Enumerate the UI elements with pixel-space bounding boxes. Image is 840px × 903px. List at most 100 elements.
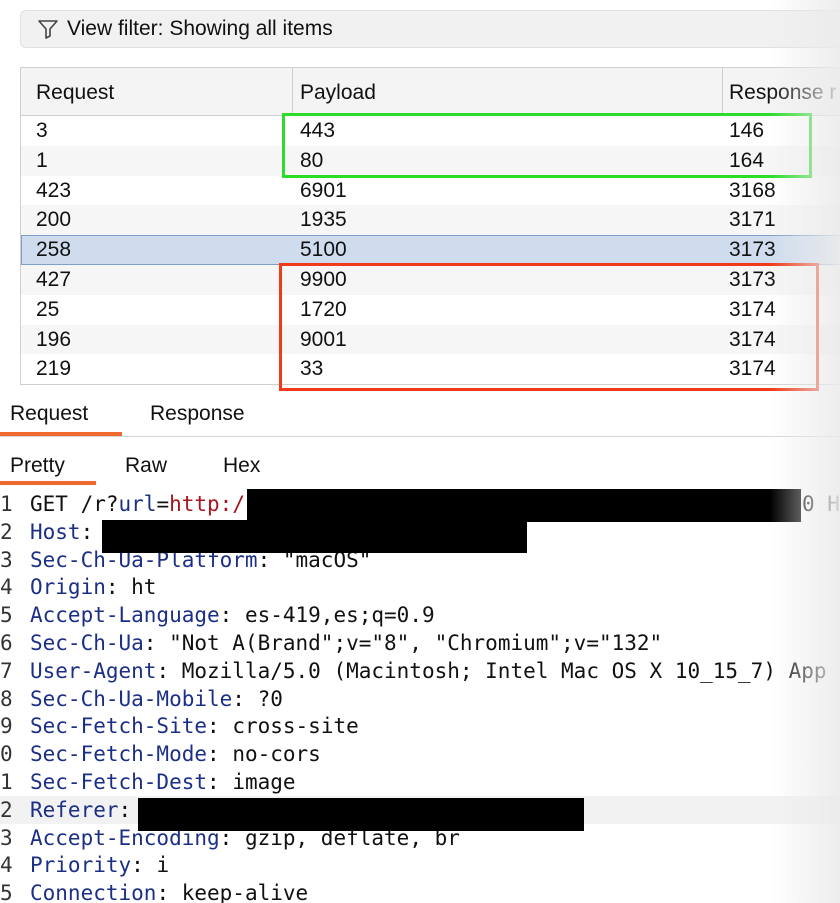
results-table: Request Payload Response r 3 443 146 1 80 164… <box>20 67 840 385</box>
header-line: 5 Connection: keep-alive <box>0 879 840 903</box>
line-number: 0 <box>0 742 12 767</box>
request-method-path: GET /r? <box>30 492 119 516</box>
header-line: 9 Sec-Fetch-Site: cross-site <box>0 712 840 740</box>
header-name: Sec-Ch-Ua-Mobile <box>30 686 233 711</box>
cell-payload: 1720 <box>300 297 347 321</box>
query-param-equals: = <box>156 492 170 516</box>
header-value: image <box>232 769 296 794</box>
cell-request: 258 <box>36 238 72 262</box>
active-tab-indicator <box>0 432 122 436</box>
line-number: 4 <box>0 575 12 600</box>
cell-payload: 9001 <box>300 327 347 351</box>
header-value: cross-site <box>232 714 359 739</box>
header-separator: : <box>207 769 233 794</box>
header-text: User-Agent: Mozilla/5.0 (Macintosh; Inte… <box>30 657 827 685</box>
redaction-bar <box>247 489 801 522</box>
header-text: Sec-Fetch-Mode: no-cors <box>30 740 321 768</box>
line-number: 5 <box>0 881 12 903</box>
line-number: 7 <box>0 658 12 683</box>
header-value: Mozilla/5.0 (Macintosh; Intel Mac OS X 1… <box>181 658 827 683</box>
header-line: 0 Sec-Fetch-Mode: no-cors <box>0 740 840 768</box>
header-text: Origin: ht <box>30 573 156 601</box>
cell-request: 219 <box>36 357 72 381</box>
cell-payload: 5100 <box>300 238 347 262</box>
header-separator: : <box>156 881 182 903</box>
header-value: es-419,es;q=0.9 <box>244 603 435 628</box>
cell-request: 196 <box>36 327 72 351</box>
table-row[interactable]: 196 9001 3174 <box>21 324 840 355</box>
header-line: 8 Sec-Ch-Ua-Mobile: ?0 <box>0 685 840 713</box>
redaction-bar <box>138 798 584 831</box>
query-param-name: url <box>118 492 157 516</box>
cell-payload: 443 <box>300 119 336 142</box>
table-row[interactable]: 3 443 146 <box>21 116 840 146</box>
header-separator: : <box>219 603 245 628</box>
cell-request: 3 <box>36 119 48 142</box>
header-line: 1 Sec-Fetch-Dest: image <box>0 768 840 796</box>
cell-request: 200 <box>36 208 72 232</box>
cell-payload: 1935 <box>300 208 347 232</box>
header-name: Sec-Fetch-Dest <box>30 769 208 794</box>
cell-payload: 9900 <box>300 267 347 291</box>
header-value: ht <box>131 575 157 600</box>
tab-raw[interactable]: Raw <box>125 454 167 478</box>
tab-hex[interactable]: Hex <box>223 454 260 478</box>
column-header-response[interactable]: Response r <box>723 68 840 116</box>
column-header-payload[interactable]: Payload <box>293 68 723 116</box>
view-filter-bar[interactable]: View filter: Showing all items <box>20 10 840 48</box>
header-line: 6 Sec-Ch-Ua: "Not A(Brand";v="8", "Chromi… <box>0 629 840 657</box>
header-value: "Not A(Brand";v="8", "Chromium";v="132" <box>169 630 663 655</box>
cell-request: 423 <box>36 178 72 202</box>
tab-response[interactable]: Response <box>150 402 245 426</box>
table-row[interactable]: 427 9900 3173 <box>21 264 840 295</box>
cell-request: 1 <box>36 148 48 172</box>
header-line: 4 Origin: ht <box>0 573 840 601</box>
header-line: 7 User-Agent: Mozilla/5.0 (Macintosh; Int… <box>0 657 840 685</box>
column-header-request[interactable]: Request <box>21 68 293 116</box>
header-separator: : <box>105 575 132 600</box>
line-number: 9 <box>0 714 12 739</box>
table-row[interactable]: 258 5100 3173 <box>21 235 840 265</box>
tab-request[interactable]: Request <box>10 402 88 426</box>
cell-response: 3174 <box>729 357 776 381</box>
header-name: Host <box>30 519 81 544</box>
header-text: Connection: keep-alive <box>30 879 308 903</box>
cell-payload: 6901 <box>300 178 347 202</box>
table-row[interactable]: 423 6901 3168 <box>21 176 840 206</box>
header-value: ?0 <box>257 686 283 711</box>
table-body: 3 443 146 1 80 164 423 6901 3168 200 1935 3171 258 51… <box>21 116 840 384</box>
header-name: Sec-Fetch-Mode <box>30 742 208 767</box>
header-name: User-Agent <box>30 658 157 683</box>
line-number: 1 <box>0 769 12 794</box>
header-name: Referer <box>30 797 119 822</box>
table-row[interactable]: 219 33 3174 <box>21 354 840 384</box>
table-header: Request Payload Response r <box>21 68 840 116</box>
table-row[interactable]: 200 1935 3171 <box>21 205 840 236</box>
header-separator: : <box>207 714 233 739</box>
tab-pretty[interactable]: Pretty <box>10 454 65 478</box>
header-name: Accept-Language <box>30 603 220 628</box>
table-row[interactable]: 1 80 164 <box>21 145 840 176</box>
header-text: Priority: i <box>30 851 169 879</box>
cell-response: 164 <box>729 148 765 172</box>
cell-request: 25 <box>36 297 60 321</box>
header-text: Accept-Language: es-419,es;q=0.9 <box>30 601 435 629</box>
header-text: Sec-Ch-Ua-Mobile: ?0 <box>30 685 283 713</box>
header-value: i <box>156 853 170 878</box>
table-row[interactable]: 25 1720 3174 <box>21 295 840 325</box>
line-number: 2 <box>0 797 12 822</box>
cell-response: 3173 <box>729 267 776 291</box>
header-line: 5 Accept-Language: es-419,es;q=0.9 <box>0 601 840 629</box>
header-value: no-cors <box>232 742 321 767</box>
header-line: 4 Priority: i <box>0 851 840 879</box>
cell-request: 427 <box>36 267 72 291</box>
header-separator: : <box>232 686 258 711</box>
view-filter-label: View filter: Showing all items <box>67 17 333 40</box>
header-text: Sec-Fetch-Dest: image <box>30 768 296 796</box>
cell-payload: 80 <box>300 148 324 172</box>
filter-funnel-icon <box>38 20 58 39</box>
cell-payload: 33 <box>300 357 324 381</box>
line-number: 8 <box>0 686 12 711</box>
redaction-bar <box>102 520 527 553</box>
line-number: 1 <box>0 492 12 516</box>
